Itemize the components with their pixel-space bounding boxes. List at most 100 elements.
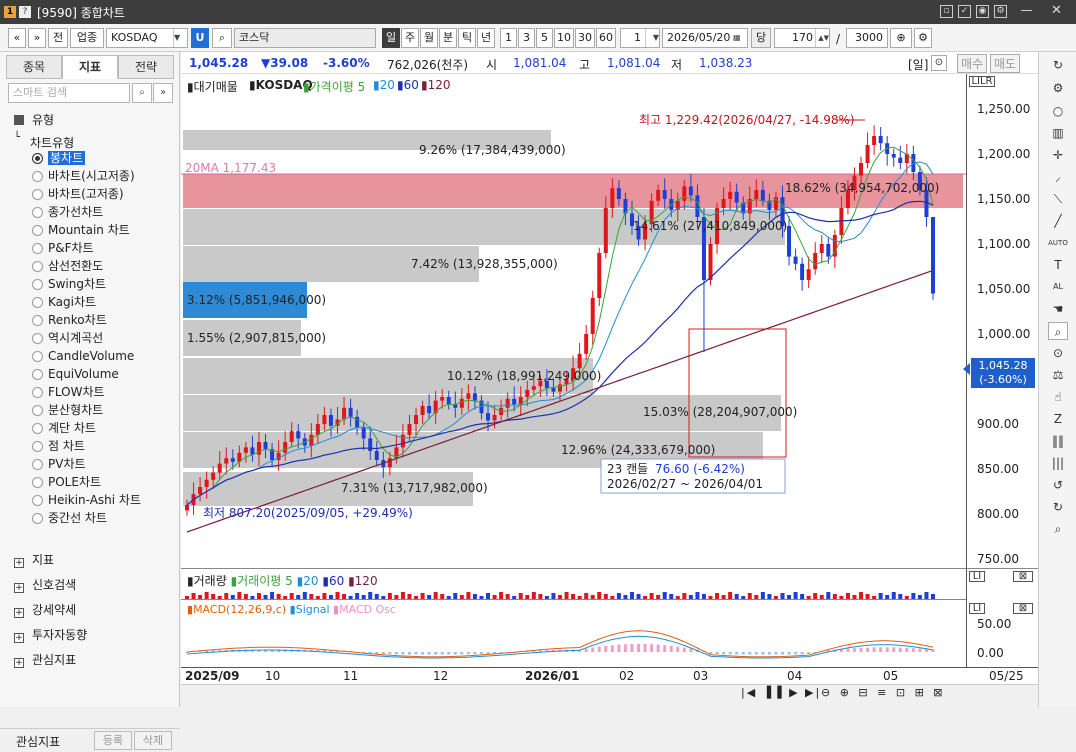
pin-icon[interactable]: ⊙ <box>931 55 947 71</box>
capture-icon[interactable]: ◉ <box>976 5 989 18</box>
refresh-icon[interactable]: ↻ <box>1048 56 1068 74</box>
smart-search-input[interactable]: 스마트 검색 <box>8 83 130 103</box>
draw-cross-icon[interactable]: ✛ <box>1048 146 1068 164</box>
radio-icon[interactable] <box>32 405 43 416</box>
market-select[interactable]: KOSDAQ ▼ <box>106 28 188 48</box>
tree-section[interactable]: + 강세약세 <box>14 601 76 618</box>
radio-icon[interactable] <box>32 369 43 380</box>
hand-tool-icon[interactable]: ☚ <box>1048 300 1068 318</box>
chart-type-item[interactable]: Swing차트 <box>32 276 106 292</box>
macd-axis-control-icon[interactable]: LI <box>969 603 985 614</box>
period-tab-year[interactable]: 년 <box>477 28 495 48</box>
axis-control-icon[interactable]: LILR <box>969 76 995 87</box>
trend-tool-icon[interactable]: ⸝ <box>1048 168 1068 186</box>
search-icon[interactable]: ⌕ <box>1048 520 1068 538</box>
chart-type-item[interactable]: 분산형차트 <box>32 402 103 418</box>
chart-type-item[interactable]: POLE차트 <box>32 474 101 490</box>
chart-type-item[interactable]: CandleVolume <box>32 348 134 364</box>
chart-type-item[interactable]: 바차트(고저종) <box>32 186 124 202</box>
close-icon[interactable]: ✕ <box>1050 4 1063 18</box>
radio-icon[interactable] <box>32 459 43 470</box>
chart-type-item[interactable]: FLOW차트 <box>32 384 105 400</box>
buy-button[interactable]: 매수 <box>957 54 988 73</box>
nav-next-button[interactable]: » <box>28 28 46 48</box>
magnify-icon[interactable]: ⊙ <box>1048 344 1068 362</box>
period-tab-tick[interactable]: 틱 <box>458 28 476 48</box>
bar-chart-icon[interactable]: ▥ <box>1048 124 1068 142</box>
pointer-icon[interactable]: ☝ <box>1048 388 1068 406</box>
period-tab-month[interactable]: 월 <box>420 28 438 48</box>
all-icon[interactable]: AL <box>1048 278 1068 296</box>
interval-3[interactable]: 3 <box>518 28 535 48</box>
expand-icon[interactable]: » <box>153 83 173 103</box>
sell-button[interactable]: 매도 <box>990 54 1021 73</box>
circle-icon[interactable]: ○ <box>1048 102 1068 120</box>
radio-icon[interactable] <box>32 171 43 182</box>
interval-5[interactable]: 5 <box>536 28 553 48</box>
search-icon[interactable]: ⌕ <box>212 28 232 48</box>
chart-type-item[interactable]: 점 차트 <box>32 438 85 454</box>
chart-type-item[interactable]: 중간선 차트 <box>32 510 107 526</box>
radio-icon[interactable] <box>32 387 43 398</box>
help-badge[interactable]: ? <box>19 6 31 18</box>
price-chart[interactable]: 9.26% (17,384,439,000) 18.62% (34,954,702… <box>181 74 966 568</box>
minimize-icon[interactable]: — <box>1020 4 1033 18</box>
count-spinner[interactable]: 1 ▼ <box>620 28 660 48</box>
interval-30[interactable]: 30 <box>575 28 595 48</box>
chart-type-item[interactable]: EquiVolume <box>32 366 119 382</box>
chart-type-node[interactable]: └ 차트유형 <box>14 132 74 151</box>
period-tab-minute[interactable]: 분 <box>439 28 457 48</box>
diagonal-line-icon[interactable]: ╱ <box>1048 212 1068 230</box>
interval-1[interactable]: 1 <box>500 28 517 48</box>
radio-icon[interactable] <box>32 261 43 272</box>
vol-axis-control-icon[interactable]: LI <box>969 571 985 582</box>
tree-type-header[interactable]: 유형 <box>14 111 54 128</box>
radio-icon[interactable] <box>32 189 43 200</box>
zoom-tool-icon[interactable]: ⌕ <box>1048 322 1068 340</box>
tree-section[interactable]: + 신호검색 <box>14 576 76 593</box>
interval-60[interactable]: 60 <box>596 28 616 48</box>
tab-indicator[interactable]: 지표 <box>62 55 118 79</box>
chart-type-item[interactable]: 종가선차트 <box>32 204 103 220</box>
bars-input[interactable]: 170 ▲▼ <box>774 28 830 48</box>
radio-icon[interactable] <box>32 315 43 326</box>
radio-icon[interactable] <box>32 477 43 488</box>
search-icon[interactable]: ⌕ <box>132 83 152 103</box>
chart-type-item[interactable]: 계단 차트 <box>32 420 96 436</box>
total-input[interactable]: 3000 <box>846 28 888 48</box>
dang-button[interactable]: 당 <box>751 28 771 48</box>
volume-pane[interactable]: ▮거래량 ▮거래이평 5 ▮20 ▮60 ▮120 <box>181 568 966 600</box>
gear-icon[interactable]: ⚙ <box>1048 79 1068 97</box>
radio-icon[interactable] <box>32 225 43 236</box>
tab-stock[interactable]: 종목 <box>6 55 62 79</box>
radio-icon[interactable] <box>32 207 43 218</box>
chart-type-item[interactable]: Kagi차트 <box>32 294 96 310</box>
zoom-controls[interactable]: ⊖ ⊕ ⊟ ≡ ⊡ ⊞ ⊠ <box>821 686 946 699</box>
chart-type-item[interactable]: Mountain 차트 <box>32 222 130 238</box>
period-tab-week[interactable]: 주 <box>401 28 419 48</box>
text-tool-icon[interactable]: T <box>1048 256 1068 274</box>
playback-controls[interactable]: |◀ ▐▐ ▶ ▶| <box>741 686 821 699</box>
save-icon[interactable]: ✓ <box>958 5 971 18</box>
chart-type-item[interactable]: 봉차트 <box>32 150 86 166</box>
radio-icon[interactable] <box>32 351 43 362</box>
vol-close-icon[interactable]: ⊠ <box>1013 571 1033 582</box>
code-badge[interactable]: U <box>191 28 209 48</box>
chart-type-item[interactable]: P&F차트 <box>32 240 94 256</box>
bars-tool-icon[interactable]: ‖‖ <box>1048 432 1068 450</box>
nav-prev-button[interactable]: « <box>8 28 26 48</box>
z-tool-icon[interactable]: Z <box>1048 410 1068 428</box>
radio-icon[interactable] <box>32 153 43 164</box>
register-button[interactable]: 등록 <box>94 731 132 750</box>
zoom-icon[interactable]: ⊕ <box>890 28 912 48</box>
undo-icon[interactable]: ↺ <box>1048 476 1068 494</box>
dock-icon[interactable]: ▫ <box>940 5 953 18</box>
radio-icon[interactable] <box>32 495 43 506</box>
macd-pane[interactable]: ▮MACD(12,26,9,c) ▮Signal ▮MACD Osc <box>181 599 966 667</box>
chart-type-item[interactable]: Heikin-Ashi 차트 <box>32 492 141 508</box>
columns-tool-icon[interactable]: ||| <box>1048 454 1068 472</box>
radio-icon[interactable] <box>32 297 43 308</box>
chart-type-item[interactable]: 역시계곡선 <box>32 330 103 346</box>
tab-strategy[interactable]: 전략 <box>118 55 174 79</box>
jeon-button[interactable]: 전 <box>48 28 68 48</box>
